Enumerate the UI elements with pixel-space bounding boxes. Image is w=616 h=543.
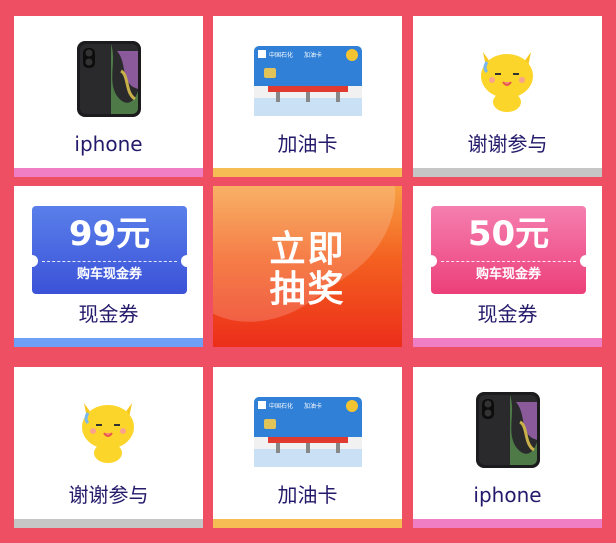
draw-line-1: 立即 (269, 229, 346, 270)
fuel-card-icon: 中国石化 加油卡 (254, 46, 362, 116)
coupon-divider (441, 261, 576, 262)
iphone-icon (476, 392, 540, 468)
fuel-card-title: 加油卡 (304, 402, 322, 410)
prize-cell-coupon-50: 50元 购车现金券 现金券 (413, 186, 602, 347)
fuel-card-brand: 中国石化 (269, 51, 293, 59)
fuel-card-title: 加油卡 (304, 51, 322, 59)
fuel-card-icon: 中国石化 加油卡 (254, 397, 362, 467)
prize-label: 谢谢参与 (467, 132, 548, 156)
coupon-amount: 50元 (467, 214, 550, 254)
draw-line-2: 抽奖 (269, 269, 346, 310)
prize-bar (14, 519, 203, 528)
cat-mascot-icon (82, 403, 134, 463)
coupon-divider (42, 261, 177, 262)
iphone-icon (77, 41, 141, 117)
prize-cell-fuel-card: 中国石化 加油卡 加油卡 (213, 16, 402, 177)
prize-label: 现金券 (477, 302, 538, 326)
prize-bar (213, 168, 402, 177)
coupon-50: 50元 购车现金券 (425, 206, 592, 294)
prize-label: iphone (74, 132, 143, 156)
prize-bar (413, 338, 602, 347)
prize-cell-coupon-99: 99元 购车现金券 现金券 (14, 186, 203, 347)
prize-cell-thanks: 谢谢参与 (413, 16, 602, 177)
coupon-desc: 购车现金券 (475, 267, 541, 282)
prize-bar (14, 168, 203, 177)
prize-cell-iphone: iphone (14, 16, 203, 177)
prize-bar (413, 519, 602, 528)
prize-label: 加油卡 (277, 483, 338, 507)
cat-mascot-icon (481, 52, 533, 112)
start-draw-button[interactable]: 立即 抽奖 (213, 186, 402, 347)
prize-cell-thanks: 谢谢参与 (14, 367, 203, 528)
prize-label: 现金券 (78, 302, 139, 326)
prize-label: 谢谢参与 (68, 483, 149, 507)
prize-bar (14, 338, 203, 347)
prize-label: iphone (473, 483, 542, 507)
coupon-desc: 购车现金券 (76, 267, 142, 282)
coupon-99: 99元 购车现金券 (26, 206, 193, 294)
prize-bar (413, 168, 602, 177)
fuel-card-brand: 中国石化 (269, 402, 293, 410)
prize-cell-iphone: iphone (413, 367, 602, 528)
prize-cell-fuel-card: 中国石化 加油卡 加油卡 (213, 367, 402, 528)
coupon-amount: 99元 (68, 214, 151, 254)
prize-label: 加油卡 (277, 132, 338, 156)
prize-bar (213, 519, 402, 528)
draw-button-label: 立即 抽奖 (213, 230, 402, 310)
